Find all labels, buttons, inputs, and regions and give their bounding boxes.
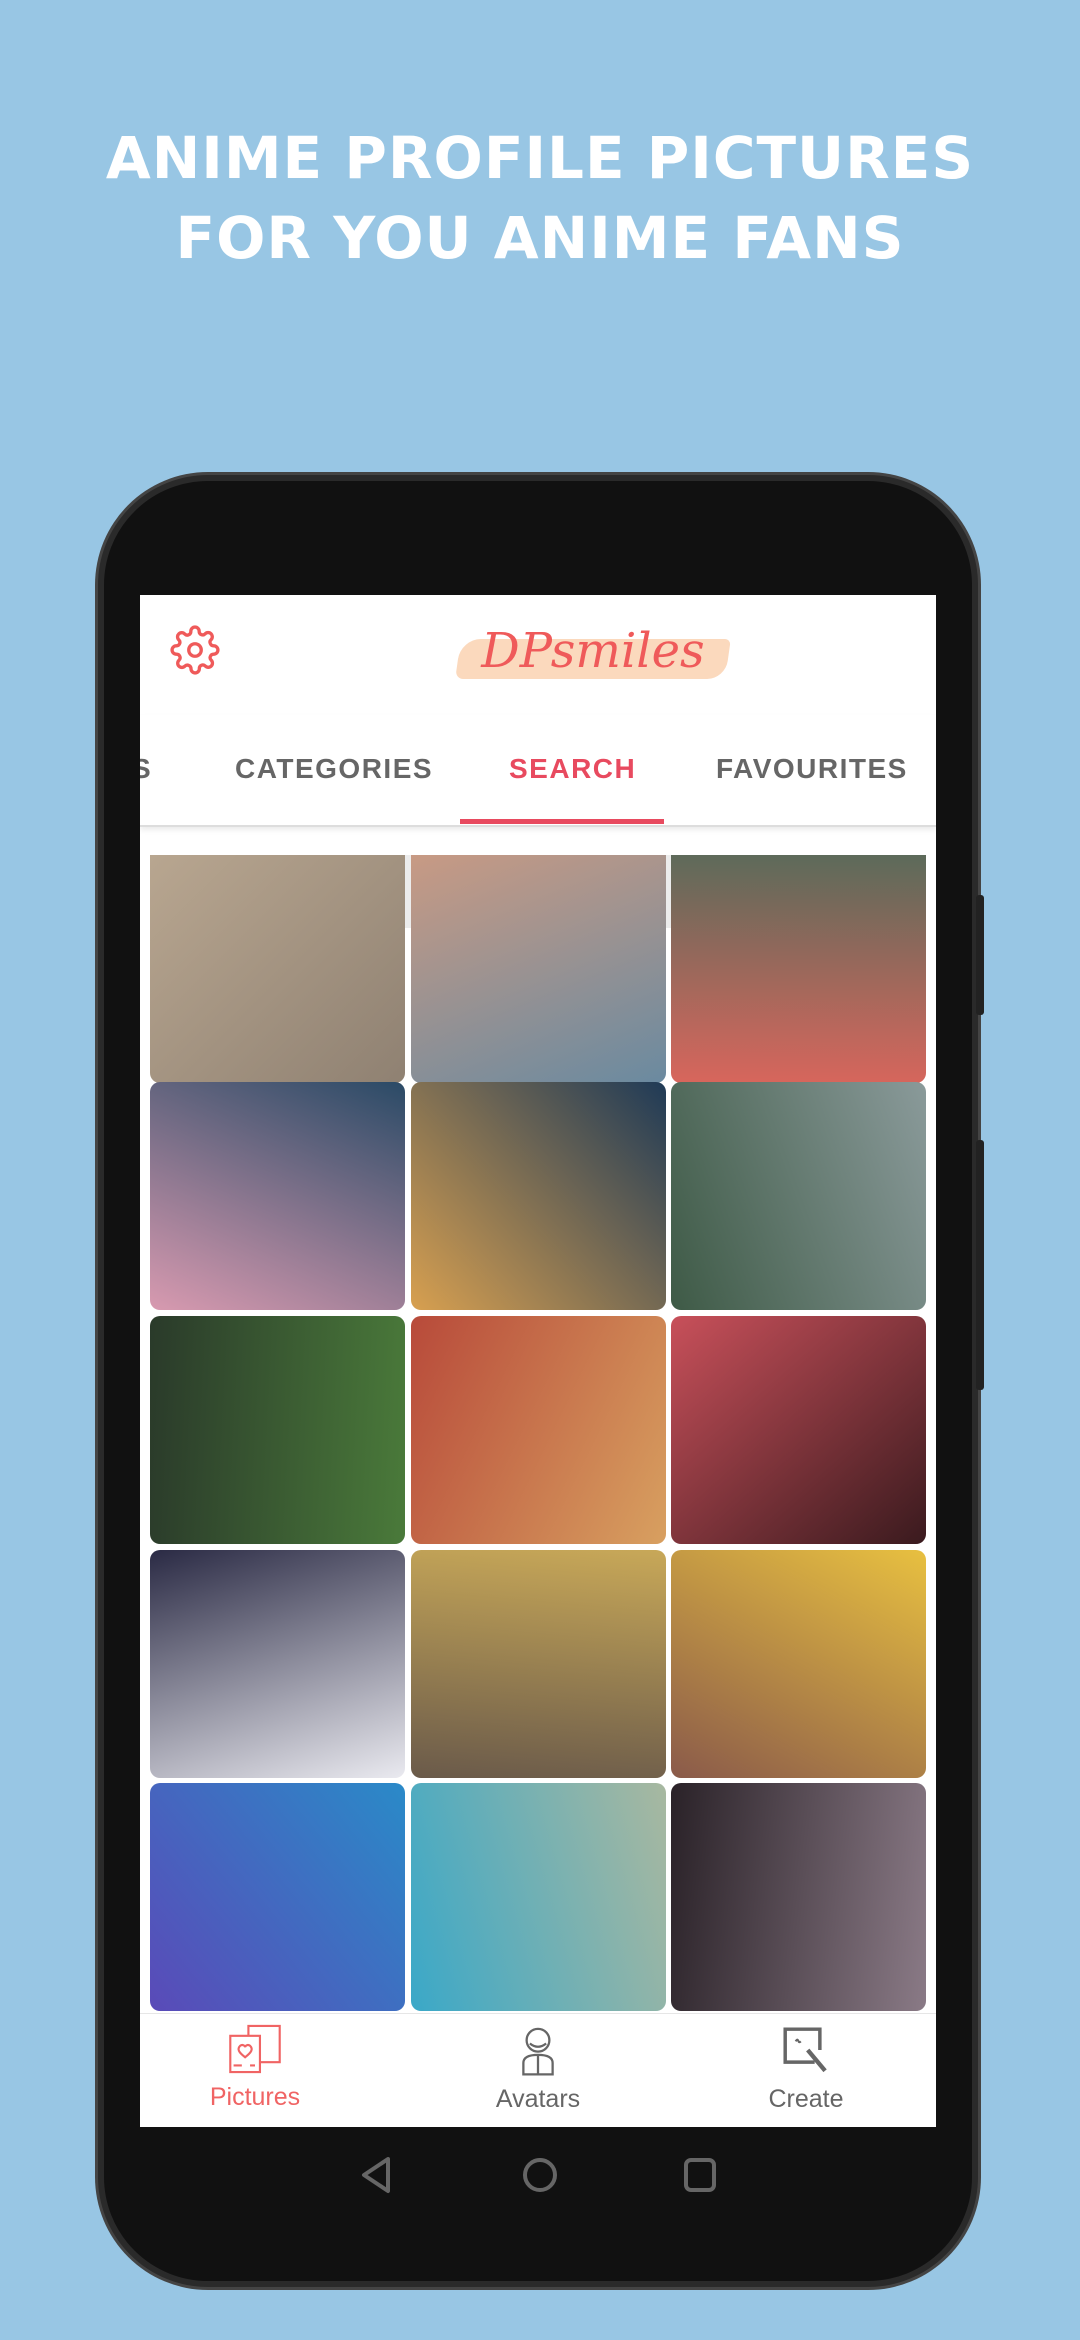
grid-image[interactable] [671,855,926,1083]
tab-favourites[interactable]: FAVOURITES [716,753,908,785]
grid-image[interactable] [150,1082,405,1310]
volume-button [976,895,984,1015]
nav-create[interactable]: Create [706,2024,906,2114]
grid-image[interactable] [411,855,666,1083]
avatar-icon [522,2027,554,2076]
grid-image[interactable] [671,1082,926,1310]
nav-avatars-label: Avatars [495,2085,581,2113]
recents-button[interactable] [680,2155,720,2195]
nav-create-label: Create [768,2085,844,2113]
promo-headline: ANIME PROFILE PICTURES FOR YOU ANIME FAN… [0,118,1080,278]
grid-image[interactable] [671,1550,926,1778]
grid-image[interactable] [411,1316,666,1544]
grid-image[interactable] [150,1550,405,1778]
grid-image[interactable] [150,1316,405,1544]
home-button[interactable] [520,2155,560,2195]
headline-line-1: ANIME PROFILE PICTURES [105,124,975,192]
logo-text: DPsmiles [481,623,705,679]
grid-image[interactable] [671,1316,926,1544]
tab-bar: S CATEGORIES SEARCH FAVOURITES [140,715,936,827]
grid-image[interactable] [411,1550,666,1778]
nav-pictures-label: Pictures [209,2083,301,2111]
power-button [976,1140,984,1390]
tab-partial[interactable]: S [140,753,152,785]
grid-image[interactable] [411,1783,666,2011]
nav-pictures[interactable]: Pictures [140,2024,380,2112]
grid-image[interactable] [150,1783,405,2011]
bottom-nav: Pictures Avatars Create [140,2013,936,2127]
app-bar: DPsmiles [140,595,936,715]
gear-icon[interactable] [170,625,220,675]
grid-image[interactable] [411,1082,666,1310]
back-button[interactable] [358,2155,394,2195]
active-tab-indicator [460,819,664,824]
tab-search[interactable]: SEARCH [509,753,636,785]
headline-line-2: FOR YOU ANIME FANS [175,204,905,272]
create-icon [783,2027,827,2073]
grid-image[interactable] [150,855,405,1083]
pictures-icon [229,2024,281,2074]
grid-image[interactable] [671,1783,926,2011]
app-screen: DPsmiles S CATEGORIES SEARCH FAVOURITES … [140,595,936,2127]
tab-categories[interactable]: CATEGORIES [235,753,433,785]
nav-avatars[interactable]: Avatars [438,2024,638,2114]
app-logo: DPsmiles [455,623,731,691]
